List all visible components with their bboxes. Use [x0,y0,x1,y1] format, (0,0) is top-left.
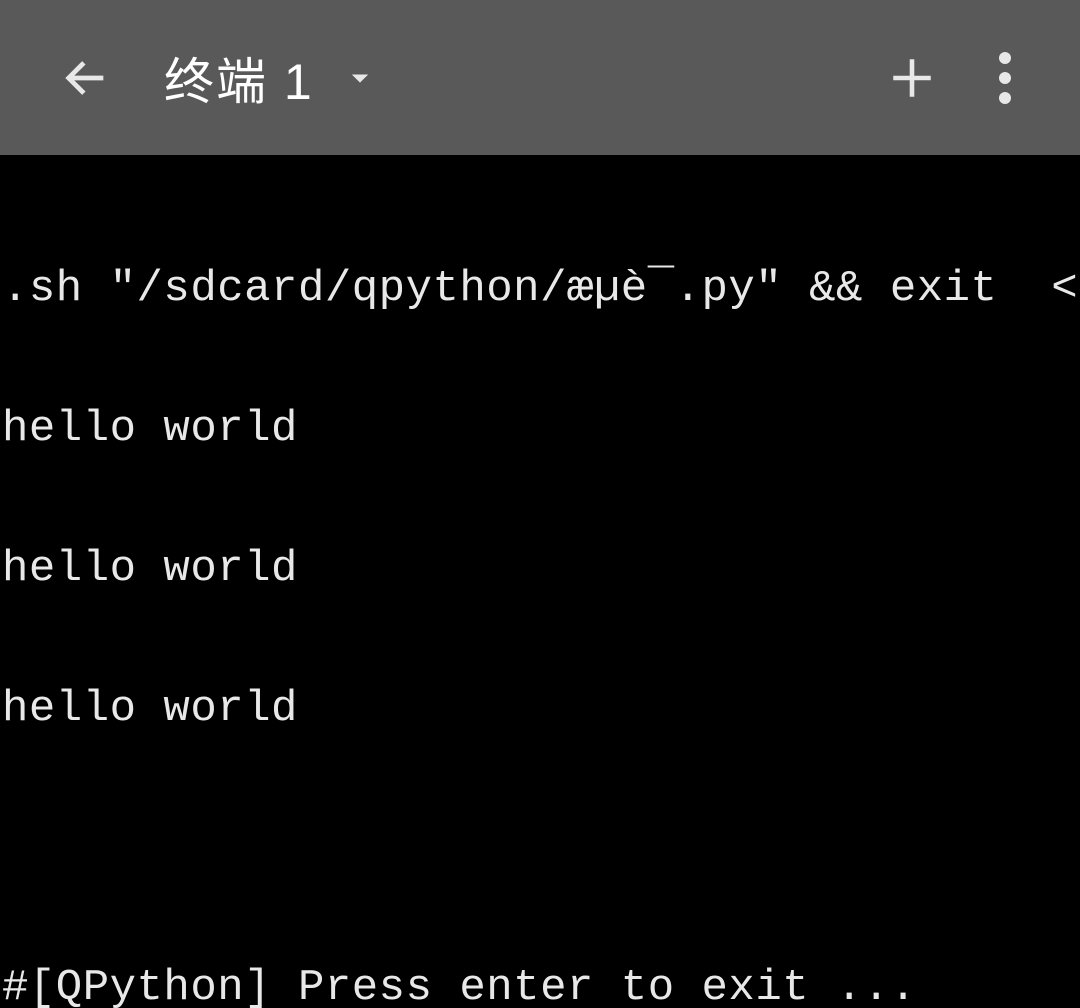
back-arrow-icon [60,52,112,104]
app-header: 终端 1 [0,0,1080,155]
terminal-line: hello world [2,546,1080,593]
terminal-output[interactable]: .sh "/sdcard/qpython/æµè¯.py" && exit < … [0,155,1080,1008]
more-vert-icon [999,52,1011,104]
plus-icon [887,53,937,103]
more-button[interactable] [990,48,1020,108]
terminal-line: hello world [2,686,1080,733]
terminal-line: #[QPython] Press enter to exit ... [2,965,1080,1008]
back-button[interactable] [56,48,116,108]
terminal-line: .sh "/sdcard/qpython/æµè¯.py" && exit < … [2,266,1080,313]
dropdown-icon [346,64,374,92]
terminal-title: 终端 1 [164,42,314,114]
terminal-blank-line [2,826,1080,872]
terminal-title-dropdown[interactable]: 终端 1 [164,42,374,114]
terminal-line: hello world [2,406,1080,453]
add-button[interactable] [882,48,942,108]
